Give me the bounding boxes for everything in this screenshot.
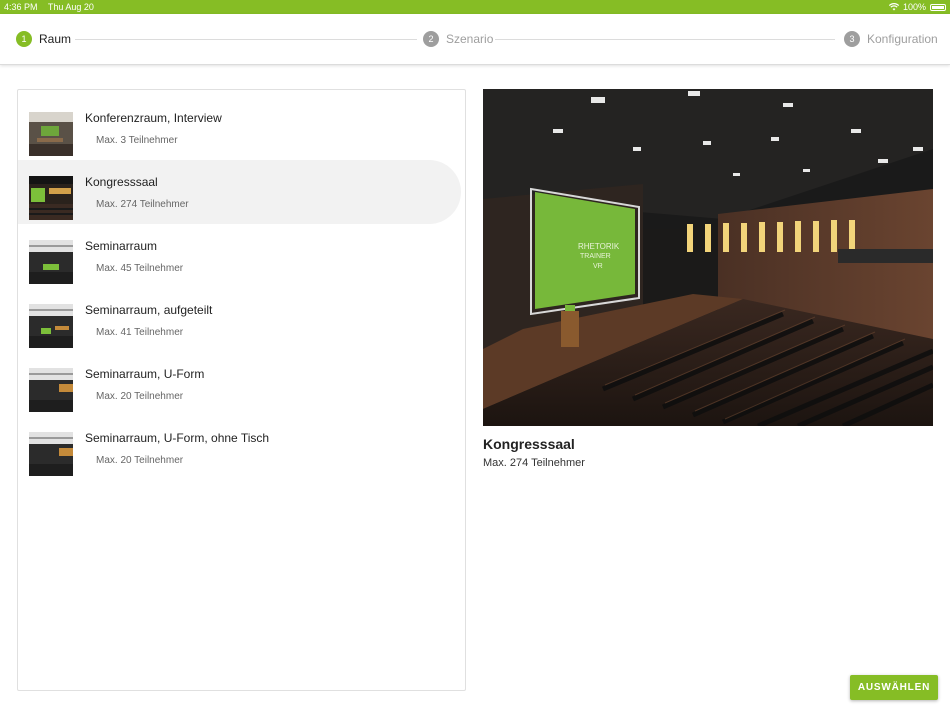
room-item-konferenzraum[interactable]: Konferenzraum, Interview Max. 3 Teilnehm… bbox=[18, 96, 461, 160]
stepper: 1 Raum 2 Szenario 3 Konfiguration bbox=[0, 14, 950, 65]
room-capacity: Max. 41 Teilnehmer bbox=[96, 327, 184, 338]
room-thumbnail bbox=[29, 176, 73, 220]
screen-text-line: VR bbox=[593, 263, 603, 270]
select-button[interactable]: AUSWÄHLEN bbox=[850, 675, 938, 700]
step-raum[interactable]: 1 Raum bbox=[16, 31, 71, 47]
room-preview-image: RHETORIK TRAINER VR bbox=[483, 89, 933, 426]
step-number: 3 bbox=[844, 31, 860, 47]
room-thumbnail bbox=[29, 240, 73, 284]
status-time: 4:36 PM bbox=[4, 2, 38, 12]
preview-title: Kongresssaal bbox=[483, 436, 575, 452]
room-thumbnail bbox=[29, 112, 73, 156]
room-name: Kongresssaal bbox=[85, 175, 158, 189]
battery-percent: 100% bbox=[902, 2, 926, 12]
step-label: Szenario bbox=[446, 32, 494, 46]
room-thumbnail bbox=[29, 432, 73, 476]
room-name: Seminarraum bbox=[85, 239, 158, 253]
room-item-seminarraum-u-form[interactable]: Seminarraum, U-Form Max. 20 Teilnehmer bbox=[18, 352, 461, 416]
room-thumbnail bbox=[29, 368, 73, 412]
room-thumbnail bbox=[29, 304, 73, 348]
step-szenario[interactable]: 2 Szenario bbox=[423, 31, 493, 47]
screen-text-line: RHETORIK bbox=[578, 242, 620, 251]
room-item-seminarraum-u-form-ohne-tisch[interactable]: Seminarraum, U-Form, ohne Tisch Max. 20 … bbox=[18, 416, 461, 480]
room-item-seminarraum[interactable]: Seminarraum Max. 45 Teilnehmer bbox=[18, 224, 461, 288]
room-capacity: Max. 3 Teilnehmer bbox=[96, 135, 178, 146]
step-konfiguration[interactable]: 3 Konfiguration bbox=[844, 31, 938, 47]
room-name: Seminarraum, U-Form bbox=[85, 367, 205, 381]
step-label: Raum bbox=[39, 32, 72, 46]
battery-icon bbox=[930, 3, 946, 11]
room-capacity: Max. 20 Teilnehmer bbox=[96, 455, 184, 466]
status-bar: 4:36 PM Thu Aug 20 100% bbox=[0, 0, 950, 14]
screen-text-line: TRAINER bbox=[580, 253, 611, 260]
step-connector bbox=[495, 39, 835, 40]
status-date: Thu Aug 20 bbox=[47, 2, 94, 12]
room-item-kongresssaal[interactable]: Kongresssaal Max. 274 Teilnehmer bbox=[18, 160, 461, 224]
room-item-seminarraum-aufgeteilt[interactable]: Seminarraum, aufgeteilt Max. 41 Teilnehm… bbox=[18, 288, 461, 352]
room-name: Konferenzraum, Interview bbox=[85, 111, 222, 125]
room-capacity: Max. 20 Teilnehmer bbox=[96, 391, 184, 402]
room-name: Seminarraum, U-Form, ohne Tisch bbox=[85, 431, 270, 445]
step-connector bbox=[75, 39, 417, 40]
preview-capacity: Max. 274 Teilnehmer bbox=[483, 457, 585, 469]
room-capacity: Max. 45 Teilnehmer bbox=[96, 263, 184, 274]
wifi-icon bbox=[888, 3, 899, 11]
step-number: 1 bbox=[16, 31, 32, 47]
room-capacity: Max. 274 Teilnehmer bbox=[96, 199, 189, 210]
room-list: Konferenzraum, Interview Max. 3 Teilnehm… bbox=[17, 89, 466, 691]
room-name: Seminarraum, aufgeteilt bbox=[85, 303, 213, 317]
step-number: 2 bbox=[423, 31, 439, 47]
step-label: Konfiguration bbox=[867, 32, 938, 46]
